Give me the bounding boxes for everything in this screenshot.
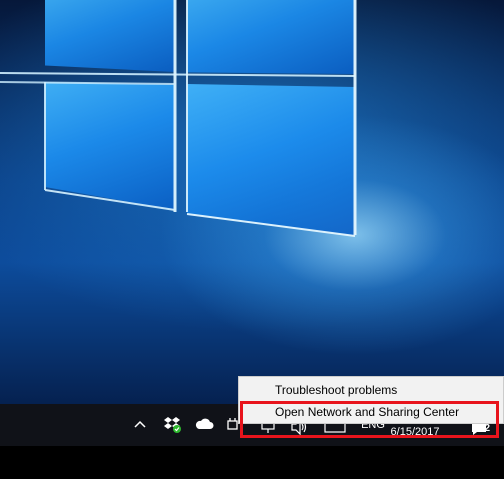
menu-item-label: Troubleshoot problems <box>275 383 398 397</box>
onedrive-cloud-icon <box>195 418 214 429</box>
screen-bottom-bar <box>0 446 504 479</box>
desktop-wallpaper <box>0 0 504 404</box>
show-hidden-icons-button[interactable] <box>131 413 149 435</box>
dropbox-icon <box>164 417 181 433</box>
dropbox-tray-button[interactable] <box>162 413 184 435</box>
onedrive-tray-button[interactable] <box>193 413 215 435</box>
notification-count: 2 <box>484 423 490 434</box>
date-label: 6/15/2017 <box>390 426 440 438</box>
chevron-up-icon <box>134 420 146 428</box>
menu-item-open-network-sharing-center[interactable]: Open Network and Sharing Center <box>239 401 503 423</box>
logo-frame-lines <box>0 0 357 237</box>
clock-date[interactable]: 6/15/2017 <box>380 426 450 442</box>
network-context-menu: Troubleshoot problems Open Network and S… <box>238 376 504 424</box>
menu-item-troubleshoot[interactable]: Troubleshoot problems <box>239 379 503 401</box>
menu-item-label: Open Network and Sharing Center <box>275 405 460 419</box>
